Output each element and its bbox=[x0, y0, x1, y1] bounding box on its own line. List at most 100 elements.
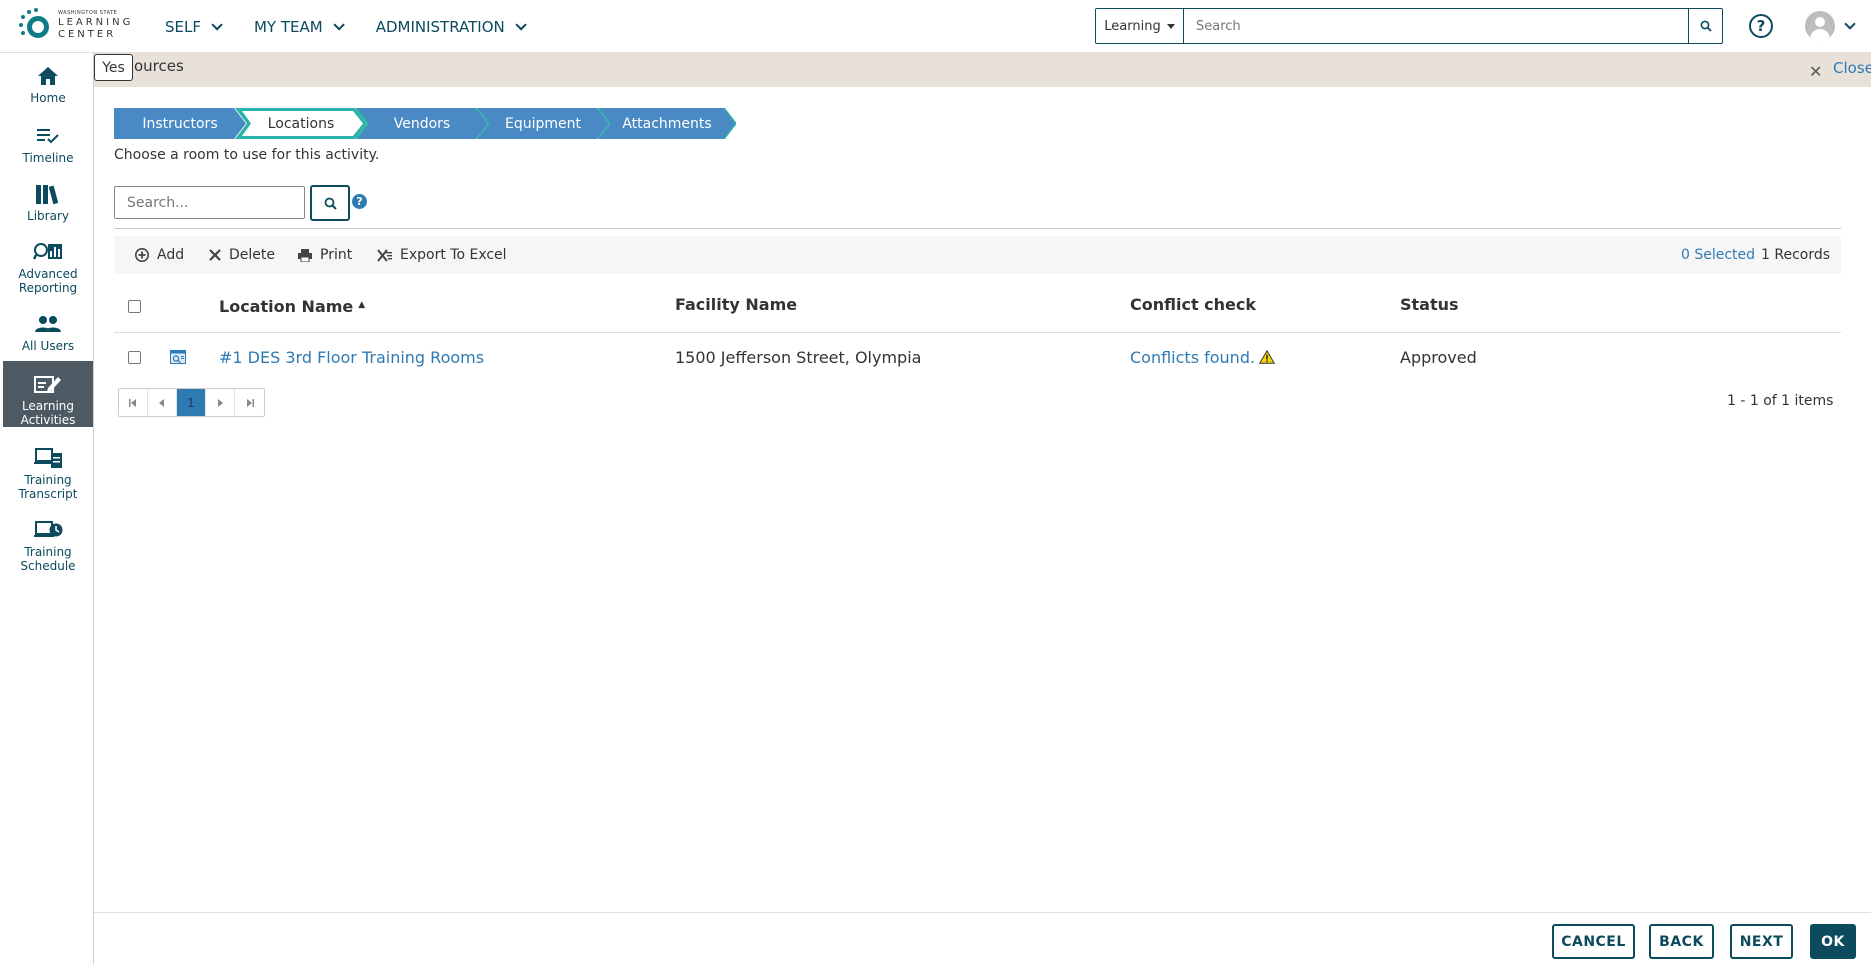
row-select-cell bbox=[128, 334, 141, 380]
search-icon bbox=[324, 197, 337, 210]
delete-label: Delete bbox=[229, 247, 275, 263]
print-button[interactable]: Print bbox=[298, 236, 352, 274]
step-vendors[interactable]: Vendors bbox=[356, 108, 488, 139]
last-page-button[interactable] bbox=[235, 389, 264, 416]
facility-name-text: 1500 Jefferson Street, Olympia bbox=[675, 347, 922, 367]
step-equipment[interactable]: Equipment bbox=[477, 108, 609, 139]
sidebar-item-label: Timeline bbox=[22, 151, 74, 165]
selected-count[interactable]: 0 Selected bbox=[1681, 247, 1755, 263]
logo-line-2: LEARNING bbox=[58, 16, 134, 28]
chevron-down-icon[interactable] bbox=[1844, 18, 1856, 30]
table-search-input[interactable] bbox=[114, 186, 305, 219]
delete-icon bbox=[209, 249, 221, 261]
global-search: Learning bbox=[1095, 8, 1723, 44]
delete-button[interactable]: Delete bbox=[209, 236, 275, 274]
back-button[interactable]: BACK bbox=[1649, 924, 1714, 959]
column-conflict-check[interactable]: Conflict check bbox=[1130, 278, 1256, 331]
cell-status: Approved bbox=[1400, 334, 1477, 380]
ok-button[interactable]: OK bbox=[1810, 924, 1856, 959]
dialog-footer: CANCEL BACK NEXT OK bbox=[94, 912, 1871, 964]
sidebar-item-label: Learning Activities bbox=[20, 399, 76, 427]
page-number-button[interactable]: 1 bbox=[177, 389, 206, 416]
column-header-label: Facility Name bbox=[675, 295, 798, 314]
sidebar-item-label: Training Transcript bbox=[18, 473, 78, 501]
column-status[interactable]: Status bbox=[1400, 278, 1459, 331]
previous-page-button[interactable] bbox=[148, 389, 177, 416]
timeline-icon bbox=[36, 123, 60, 149]
add-button[interactable]: Add bbox=[135, 236, 184, 274]
step-locations[interactable]: Locations bbox=[235, 108, 367, 139]
transcript-icon bbox=[33, 445, 63, 471]
next-button[interactable]: NEXT bbox=[1730, 924, 1793, 959]
conflicts-found-link[interactable]: Conflicts found. bbox=[1130, 348, 1255, 367]
table-search-button[interactable] bbox=[310, 185, 350, 221]
resources-header: ources ✕ Close bbox=[94, 53, 1871, 87]
sidebar-item-learning-activities[interactable]: Learning Activities bbox=[3, 361, 93, 427]
next-page-button[interactable] bbox=[206, 389, 235, 416]
nav-my-team-label: MY TEAM bbox=[253, 17, 323, 36]
sidebar-item-timeline[interactable]: Timeline bbox=[3, 123, 93, 173]
help-icon[interactable]: ? bbox=[1749, 14, 1773, 38]
nav-my-team[interactable]: MY TEAM bbox=[253, 17, 345, 36]
sidebar-item-training-schedule[interactable]: Training Schedule bbox=[3, 517, 93, 583]
next-page-icon bbox=[218, 398, 223, 407]
nav-self[interactable]: SELF bbox=[165, 18, 223, 36]
divider bbox=[114, 228, 1841, 229]
sidebar-item-label: Advanced Reporting bbox=[18, 267, 78, 295]
chevron-down-icon bbox=[211, 18, 223, 31]
grid-header: Location Name ▲ Facility Name Conflict c… bbox=[114, 280, 1841, 333]
location-name-link[interactable]: #1 DES 3rd Floor Training Rooms bbox=[219, 348, 484, 367]
avatar[interactable] bbox=[1805, 11, 1835, 41]
logo-line-1: WASHINGTON STATE bbox=[58, 9, 118, 16]
tooltip: Yes bbox=[94, 54, 133, 81]
cell-conflict-check: Conflicts found. bbox=[1130, 334, 1276, 380]
sidebar-item-label: All Users bbox=[21, 339, 75, 353]
status-text: Approved bbox=[1400, 347, 1477, 367]
nav-administration[interactable]: ADMINISTRATION bbox=[376, 18, 527, 36]
column-facility-name[interactable]: Facility Name bbox=[675, 278, 797, 331]
sidebar-item-library[interactable]: Library bbox=[3, 181, 93, 233]
select-all-checkbox[interactable] bbox=[128, 300, 141, 313]
column-header-label: Status bbox=[1400, 295, 1459, 314]
excel-icon bbox=[377, 248, 392, 262]
users-icon bbox=[35, 311, 61, 337]
sidebar-item-label: Training Schedule bbox=[20, 545, 76, 573]
cell-facility-name: 1500 Jefferson Street, Olympia bbox=[675, 334, 921, 380]
close-icon[interactable]: ✕ bbox=[1809, 62, 1822, 81]
sidebar-item-all-users[interactable]: All Users bbox=[3, 311, 93, 363]
step-instructors[interactable]: Instructors bbox=[114, 108, 246, 139]
schedule-icon bbox=[33, 517, 63, 543]
close-link[interactable]: Close bbox=[1833, 59, 1871, 77]
search-category-select[interactable]: Learning bbox=[1096, 9, 1184, 43]
step-label: Locations bbox=[267, 115, 335, 132]
row-checkbox[interactable] bbox=[128, 350, 141, 364]
caret-down-icon bbox=[1166, 23, 1175, 29]
export-excel-button[interactable]: Export To Excel bbox=[377, 236, 507, 274]
cell-location-name: #1 DES 3rd Floor Training Rooms bbox=[219, 334, 484, 380]
sidebar-item-label: Home bbox=[30, 91, 66, 105]
cancel-button[interactable]: CANCEL bbox=[1552, 924, 1635, 959]
table-row: #1 DES 3rd Floor Training Rooms 1500 Jef… bbox=[114, 334, 1841, 380]
logo[interactable]: WASHINGTON STATE LEARNING CENTER bbox=[18, 7, 134, 43]
warning-icon bbox=[1259, 350, 1276, 364]
search-help-icon[interactable]: ? bbox=[352, 194, 367, 209]
learning-activities-icon bbox=[34, 371, 62, 397]
sidebar-item-advanced-reporting[interactable]: Advanced Reporting bbox=[3, 239, 93, 305]
logo-mark-icon bbox=[18, 7, 56, 43]
library-icon bbox=[35, 181, 61, 207]
step-label: Instructors bbox=[142, 115, 218, 132]
sidebar-item-training-transcript[interactable]: Training Transcript bbox=[3, 445, 93, 511]
grid-toolbar: Add Delete Print Export To Excel 0 Selec… bbox=[114, 236, 1841, 274]
pager-info: 1 - 1 of 1 items bbox=[1727, 393, 1834, 409]
record-details-icon[interactable] bbox=[170, 350, 186, 364]
first-page-icon bbox=[129, 398, 136, 407]
global-search-input[interactable] bbox=[1184, 9, 1688, 43]
pager: 1 bbox=[118, 388, 265, 417]
sidebar-item-home[interactable]: Home bbox=[3, 63, 93, 113]
resources-title: ources bbox=[134, 57, 184, 75]
first-page-button[interactable] bbox=[119, 389, 148, 416]
step-attachments[interactable]: Attachments bbox=[598, 108, 736, 139]
global-search-button[interactable] bbox=[1688, 9, 1722, 43]
column-location-name[interactable]: Location Name ▲ bbox=[219, 280, 365, 333]
export-label: Export To Excel bbox=[400, 247, 507, 263]
